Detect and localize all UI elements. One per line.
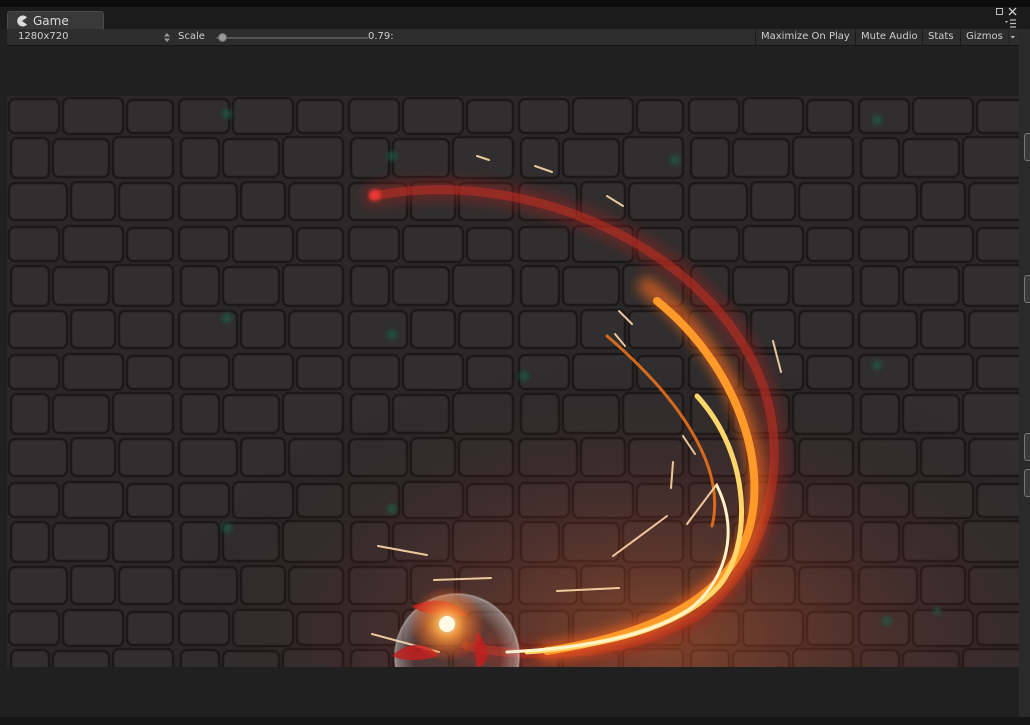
edge-button[interactable] [1024,433,1030,461]
game-render [7,96,1019,667]
pacman-icon [16,15,28,27]
game-tab-label: Game [33,14,69,28]
scale-label: Scale [178,31,205,42]
stats-button[interactable]: Stats [922,29,959,45]
scale-slider-thumb[interactable] [218,33,227,42]
close-icon[interactable] [1008,7,1017,19]
edge-button[interactable] [1024,133,1030,161]
edge-button[interactable] [1024,275,1030,303]
bottom-strip [0,717,1030,725]
scale-value: 0.79: [368,31,394,42]
game-view[interactable] [7,46,1019,717]
maximize-on-play-button[interactable]: Maximize On Play [755,29,855,45]
game-tab[interactable]: Game [7,11,104,30]
inspector-edge [1019,29,1030,725]
game-toolbar: 1280x720 Scale 0.79: Maximize On Play Mu… [7,29,1019,46]
gizmos-button[interactable]: Gizmos [960,29,1008,45]
gizmos-dropdown-icon[interactable] [1007,30,1016,46]
resolution-dropdown[interactable]: 1280x720 [18,29,68,45]
maximize-icon[interactable] [996,8,1003,18]
scale-slider[interactable] [216,37,368,39]
window-top-border [0,0,1030,7]
edge-button[interactable] [1024,469,1030,497]
mute-audio-button[interactable]: Mute Audio [855,29,923,45]
tab-strip [0,7,1030,29]
